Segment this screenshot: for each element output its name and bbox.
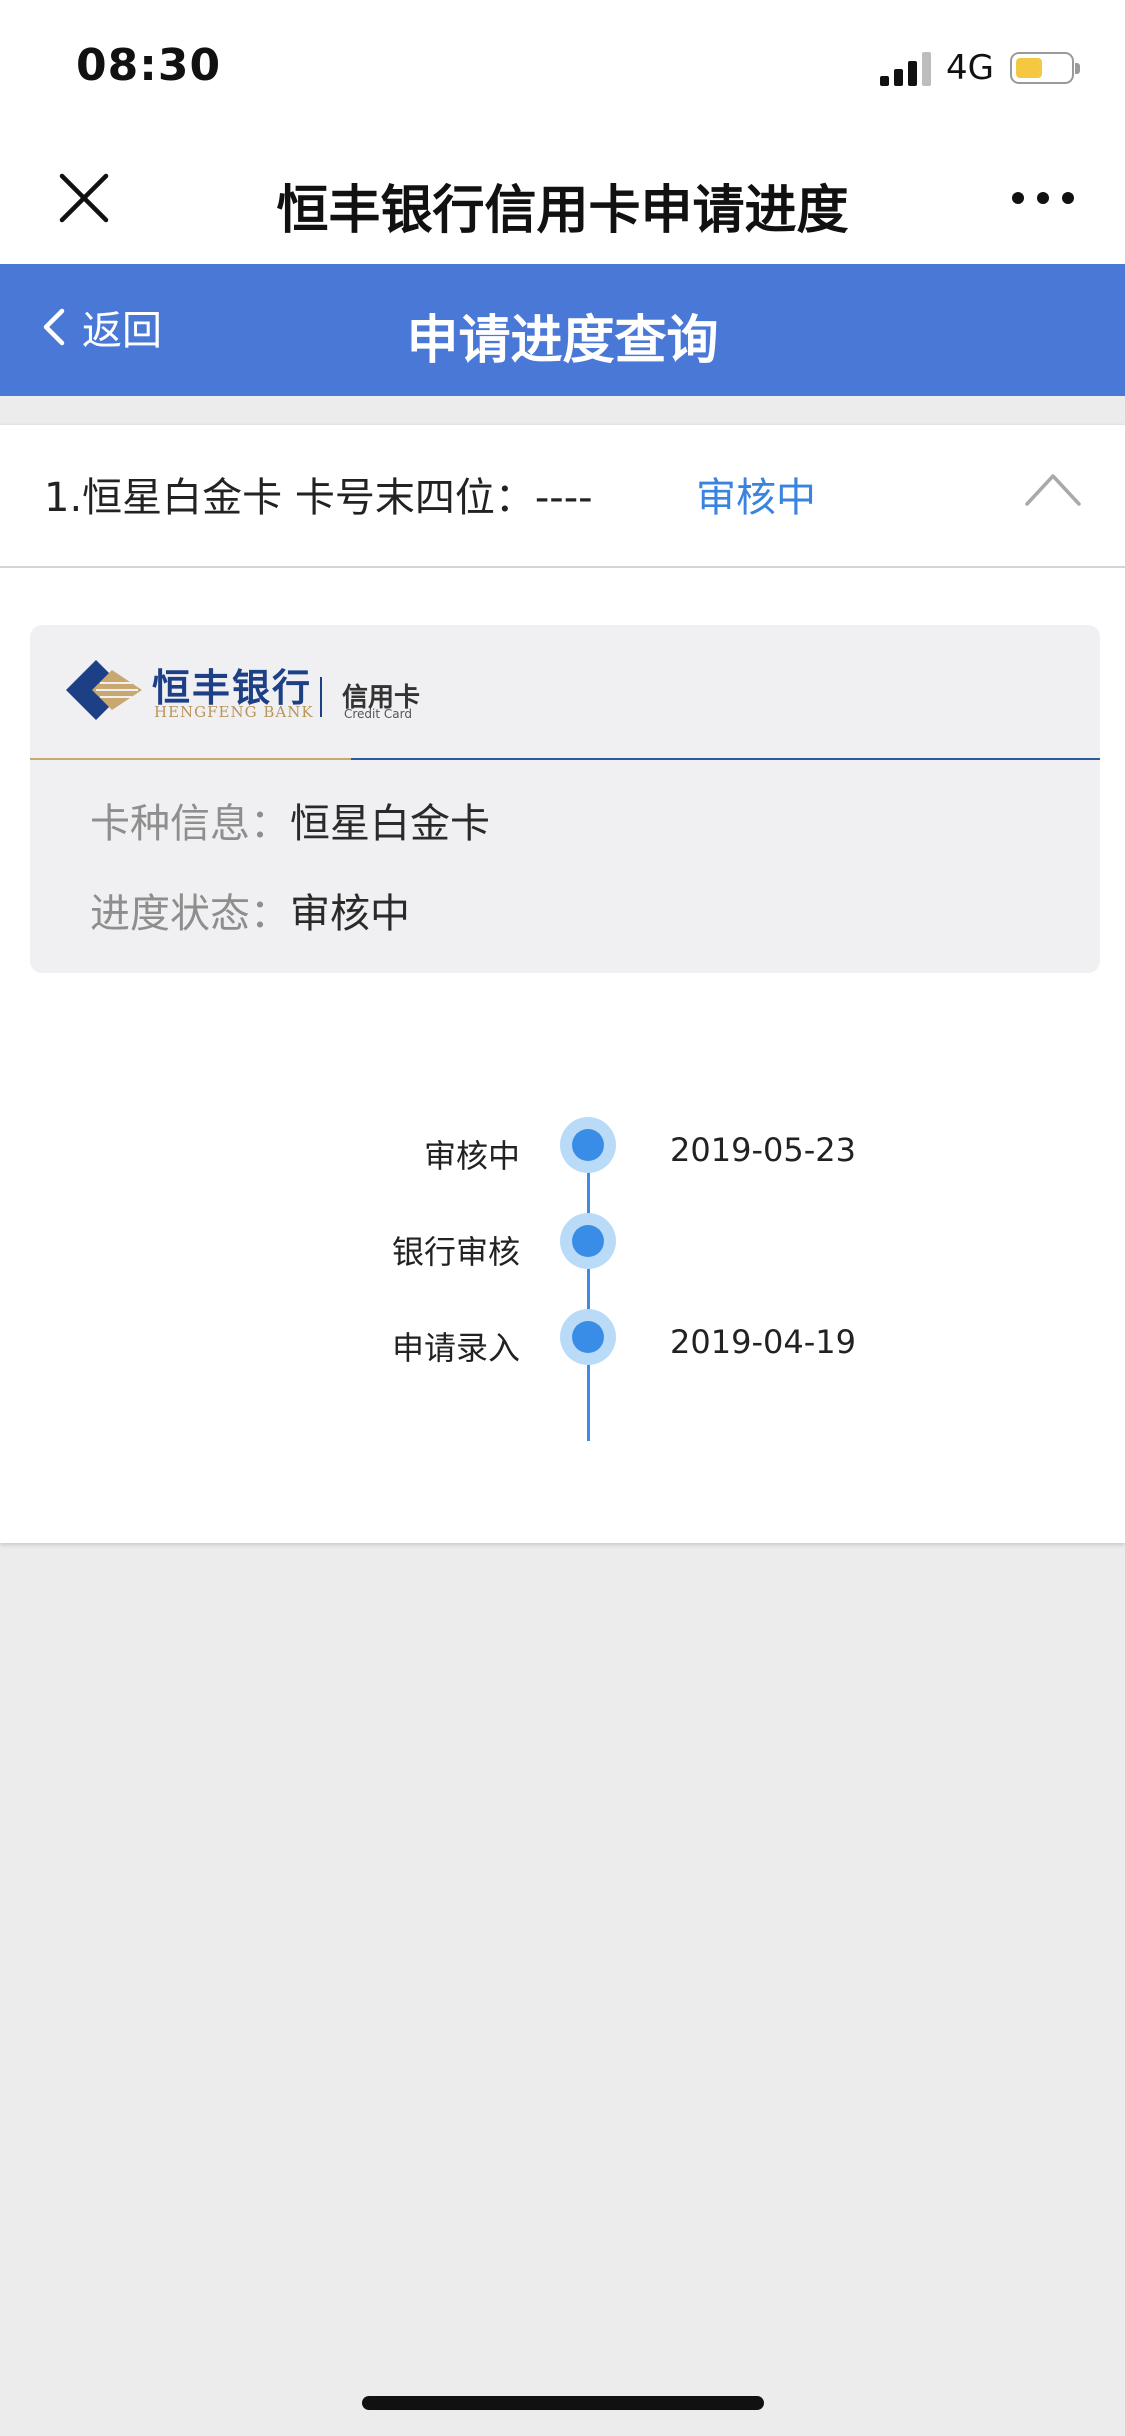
card-type-row: 卡种信息：恒星白金卡 [90, 791, 490, 849]
header-title: 申请进度查询 [406, 311, 719, 371]
navigation-bar: 恒丰银行信用卡申请进度 [0, 130, 1125, 264]
more-icon[interactable] [1008, 188, 1078, 208]
timeline-step-label: 申请录入 [391, 1329, 520, 1367]
timeline-node [560, 1213, 616, 1269]
chevron-up-icon[interactable] [1024, 471, 1082, 507]
signal-icon [880, 52, 931, 86]
timeline-connector [587, 1141, 590, 1441]
credit-card-label-en: Credit Card [344, 707, 412, 721]
timeline-node [560, 1309, 616, 1365]
timeline-step-date: 2019-04-19 [670, 1323, 856, 1361]
application-status: 审核中 [696, 475, 816, 521]
logo-divider [320, 677, 322, 717]
progress-status-value: 审核中 [290, 891, 410, 937]
home-indicator[interactable] [362, 2396, 764, 2410]
card-type-label: 卡种信息： [90, 801, 290, 847]
network-type: 4G [946, 48, 994, 88]
application-summary: 1.恒星白金卡 卡号末四位：---- [44, 475, 593, 521]
timeline-node [560, 1117, 616, 1173]
progress-status-label: 进度状态： [90, 891, 290, 937]
timeline-step-label: 审核中 [423, 1137, 520, 1175]
logo-underline [30, 758, 1100, 760]
application-accordion-header[interactable]: 1.恒星白金卡 卡号末四位：---- 审核中 [0, 425, 1125, 568]
bank-name-en: HENGFENG BANK [154, 703, 314, 721]
card-info-panel: 恒丰银行 HENGFENG BANK 信用卡 Credit Card 卡种信息：… [30, 625, 1100, 973]
battery-icon [1010, 52, 1080, 84]
timeline-step-date: 2019-05-23 [670, 1131, 856, 1169]
status-time: 08:30 [76, 40, 222, 91]
card-type-value: 恒星白金卡 [290, 801, 490, 847]
status-bar: 08:30 4G [0, 0, 1125, 130]
timeline-step-label: 银行审核 [391, 1233, 520, 1271]
progress-status-row: 进度状态：审核中 [90, 881, 410, 939]
application-panel: 1.恒星白金卡 卡号末四位：---- 审核中 恒丰银行 HENGFENG BAN… [0, 424, 1125, 1543]
page-title: 恒丰银行信用卡申请进度 [276, 181, 849, 241]
bank-logo: 恒丰银行 HENGFENG BANK 信用卡 Credit Card [30, 625, 1100, 759]
query-header: 返回 申请进度查询 [0, 264, 1125, 396]
hengfeng-logo-icon [66, 660, 142, 720]
